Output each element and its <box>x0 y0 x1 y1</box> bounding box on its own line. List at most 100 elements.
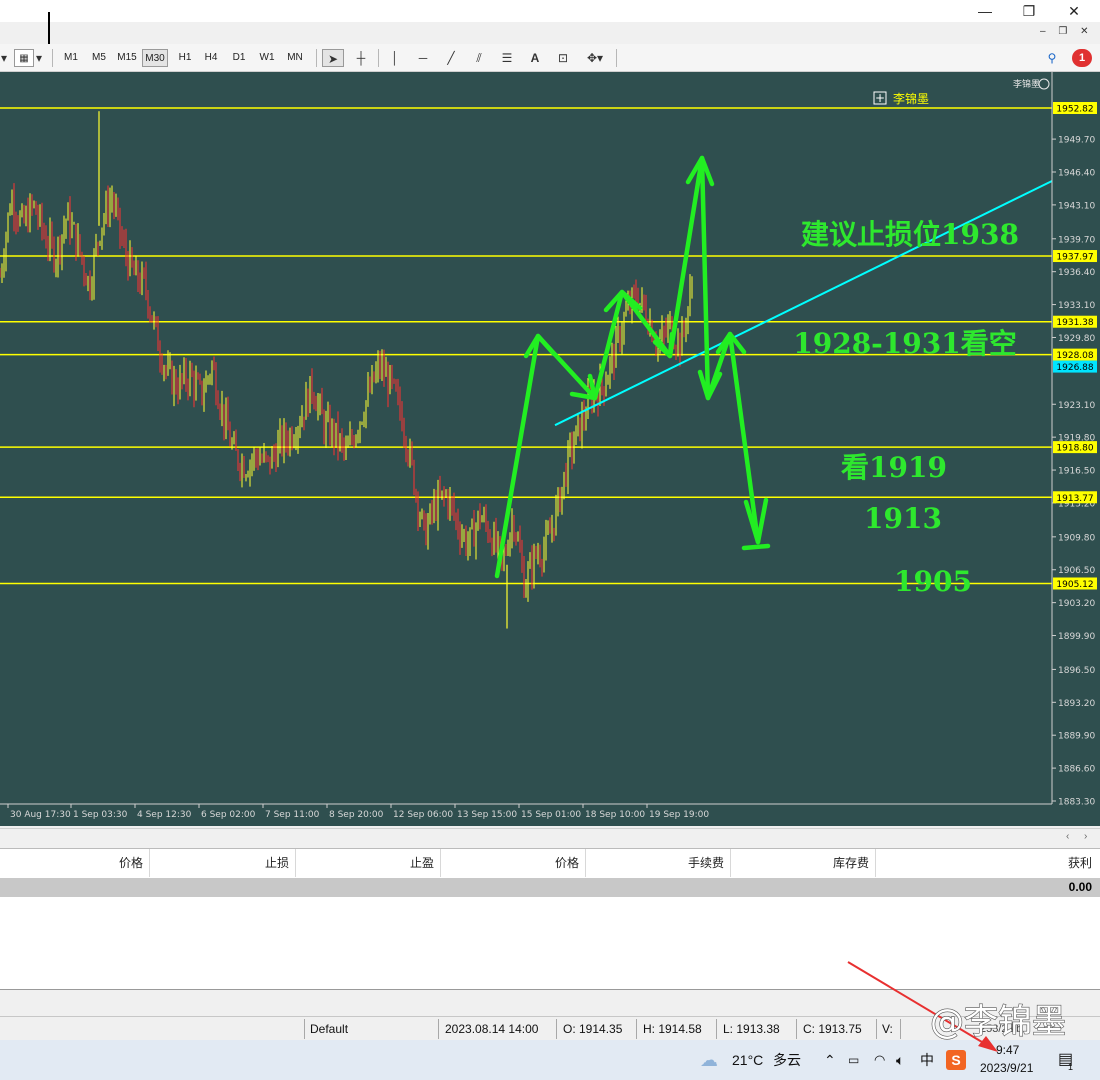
crosshair-tool-icon[interactable]: ┼ <box>350 49 372 67</box>
status-traffic: 253/2 kb <box>980 1023 1023 1035</box>
timeframe-button-m1[interactable]: M1 <box>58 49 84 67</box>
mdi-close-button[interactable]: ✕ <box>1080 26 1088 37</box>
terminal-scroll-strip: ‹ › <box>0 828 1100 846</box>
price-tick-label: 1893.20 <box>1058 699 1095 709</box>
price-tick-label: 1899.90 <box>1058 632 1095 642</box>
price-tick-label: 1909.80 <box>1058 533 1095 543</box>
horizontal-line-tool-icon[interactable]: ─ <box>412 49 434 67</box>
text-label-tool-icon[interactable]: ⊡ <box>552 49 574 67</box>
clock-date[interactable]: 2023/9/21 <box>980 1061 1033 1075</box>
column-header-stop-loss[interactable]: 止损 <box>150 849 296 877</box>
arrowhead-down-3 <box>697 369 723 401</box>
level-price-label-6: 1905.12 <box>1056 580 1093 590</box>
template-dropdown-icon[interactable]: ▾ <box>34 49 44 67</box>
level-price-label-1: 1937.97 <box>1056 253 1093 263</box>
vertical-line-tool-icon[interactable]: │ <box>384 49 406 67</box>
column-header-price-current[interactable]: 价格 <box>441 849 586 877</box>
level-price-label-4: 1918.80 <box>1056 444 1093 454</box>
price-tick-label: 1916.50 <box>1058 467 1095 477</box>
annotation-short-zone: 1928-1931看空 <box>793 327 1016 360</box>
time-tick-label: 12 Sep 06:00 <box>393 810 453 820</box>
tray-expand-icon[interactable]: ⌃ <box>824 1050 836 1070</box>
column-header-commission[interactable]: 手续费 <box>586 849 731 877</box>
status-datetime: 2023.08.14 14:00 <box>445 1022 539 1036</box>
chart-watermark-name: 李锦墨 <box>1013 78 1040 90</box>
scroll-left-icon[interactable]: ‹ <box>1066 831 1069 842</box>
annotation-target-1: 看1919 <box>841 451 947 484</box>
price-tick-label: 1933.10 <box>1058 301 1095 311</box>
status-bar: Default 2023.08.14 14:00 O: 1914.35 H: 1… <box>0 1016 1100 1040</box>
column-header-take-profit[interactable]: 止盈 <box>296 849 441 877</box>
annotation-target-2: 1913 <box>864 502 942 535</box>
window-titlebar: — ❐ ✕ <box>0 0 1100 22</box>
price-tick-label: 1883.30 <box>1058 798 1095 808</box>
ime-indicator[interactable]: 中 <box>920 1050 934 1070</box>
volume-icon[interactable]: 🔈︎ <box>896 1050 904 1070</box>
price-tick-label: 1903.20 <box>1058 599 1095 609</box>
timeframe-button-h1[interactable]: H1 <box>172 49 198 67</box>
status-open: O: 1914.35 <box>563 1022 623 1036</box>
terminal-trade-table: 价格 止损 止盈 价格 手续费 库存费 获利 0.00 <box>0 848 1100 990</box>
timeframe-button-m5[interactable]: M5 <box>86 49 112 67</box>
wifi-icon[interactable]: ◠ <box>874 1050 885 1070</box>
mdi-controls: ‒ ❐ ✕ <box>1040 26 1088 37</box>
time-tick-label: 1 Sep 03:30 <box>73 810 128 820</box>
action-center-count: 1 <box>1068 1062 1074 1072</box>
price-tick-label: 1936.40 <box>1058 268 1095 278</box>
chart-template-icon[interactable]: ▦ <box>14 49 34 67</box>
price-series <box>0 111 693 629</box>
shapes-tool-icon[interactable]: ✥▾ <box>580 49 610 67</box>
time-tick-label: 4 Sep 12:30 <box>137 810 192 820</box>
price-chart[interactable]: 1949.70 1946.40 1943.10 1939.70 1936.40 1933.… <box>0 72 1100 826</box>
text-tool-icon[interactable]: A <box>524 49 546 67</box>
battery-icon[interactable]: ▭ <box>848 1050 859 1070</box>
search-icon[interactable]: ⚲ <box>1042 49 1062 67</box>
timeframe-button-d1[interactable]: D1 <box>226 49 252 67</box>
weather-temperature[interactable]: 21°C <box>732 1050 763 1070</box>
price-tick-label: 1943.10 <box>1058 201 1095 211</box>
cursor-tool-icon[interactable]: ➤ <box>322 49 344 67</box>
close-button[interactable]: ✕ <box>1052 0 1096 22</box>
windows-taskbar: ☁ 21°C 多云 ⌃ ▭ ◠ 🔈︎ 中 S 9:47 2023/9/21 ▤ … <box>0 1040 1100 1080</box>
weather-description[interactable]: 多云 <box>773 1050 801 1070</box>
timeframe-button-m30[interactable]: M30 <box>142 49 168 67</box>
price-tick-label: 1896.50 <box>1058 666 1095 676</box>
price-axis: 1949.70 1946.40 1943.10 1939.70 1936.40 1933.… <box>1052 136 1095 808</box>
mdi-minimize-button[interactable]: ‒ <box>1040 26 1046 37</box>
timeframe-button-w1[interactable]: W1 <box>254 49 280 67</box>
time-tick-label: 18 Sep 10:00 <box>585 810 645 820</box>
column-header-profit[interactable]: 获利 <box>876 849 1098 877</box>
annotation-target-3: 1905 <box>894 565 972 598</box>
timeframe-button-m15[interactable]: M15 <box>114 49 140 67</box>
mdi-restore-button[interactable]: ❐ <box>1058 26 1067 37</box>
column-header-swap[interactable]: 库存费 <box>731 849 876 877</box>
timeframe-button-h4[interactable]: H4 <box>198 49 224 67</box>
trendline-tool-icon[interactable]: ╱ <box>440 49 462 67</box>
status-high: H: 1914.58 <box>643 1022 702 1036</box>
price-tick-label: 1929.80 <box>1058 334 1095 344</box>
scroll-right-icon[interactable]: › <box>1084 831 1087 842</box>
forecast-arrows <box>494 155 771 579</box>
timeframe-button-mn[interactable]: MN <box>282 49 308 67</box>
total-profit-value: 0.00 <box>1068 880 1092 894</box>
fibonacci-tool-icon[interactable]: ☰ <box>496 49 518 67</box>
status-profile: Default <box>310 1022 349 1036</box>
table-summary-row: 0.00 <box>0 878 1100 897</box>
clock-time[interactable]: 9:47 <box>996 1043 1019 1057</box>
chart-window[interactable]: 1949.70 1946.40 1943.10 1939.70 1936.40 1933.… <box>0 72 1100 826</box>
status-close: C: 1913.75 <box>803 1022 862 1036</box>
toolbar-dropdown-icon[interactable]: ▾ <box>0 49 8 67</box>
sogou-ime-icon[interactable]: S <box>946 1050 966 1070</box>
time-tick-label: 8 Sep 20:00 <box>329 810 384 820</box>
level-price-label-0: 1952.82 <box>1056 105 1093 115</box>
level-price-label-5: 1913.77 <box>1056 494 1093 504</box>
level-price-label-2: 1931.38 <box>1056 318 1093 328</box>
status-volume: V: <box>882 1022 893 1036</box>
column-header-price[interactable]: 价格 <box>0 849 150 877</box>
weather-cloud-icon[interactable]: ☁ <box>700 1050 718 1070</box>
time-tick-label: 19 Sep 19:00 <box>649 810 709 820</box>
equidistant-channel-tool-icon[interactable]: ⫽ <box>468 49 490 67</box>
notification-badge[interactable]: 1 <box>1072 49 1092 67</box>
minimize-button[interactable]: — <box>963 0 1007 22</box>
restore-button[interactable]: ❐ <box>1007 0 1051 22</box>
